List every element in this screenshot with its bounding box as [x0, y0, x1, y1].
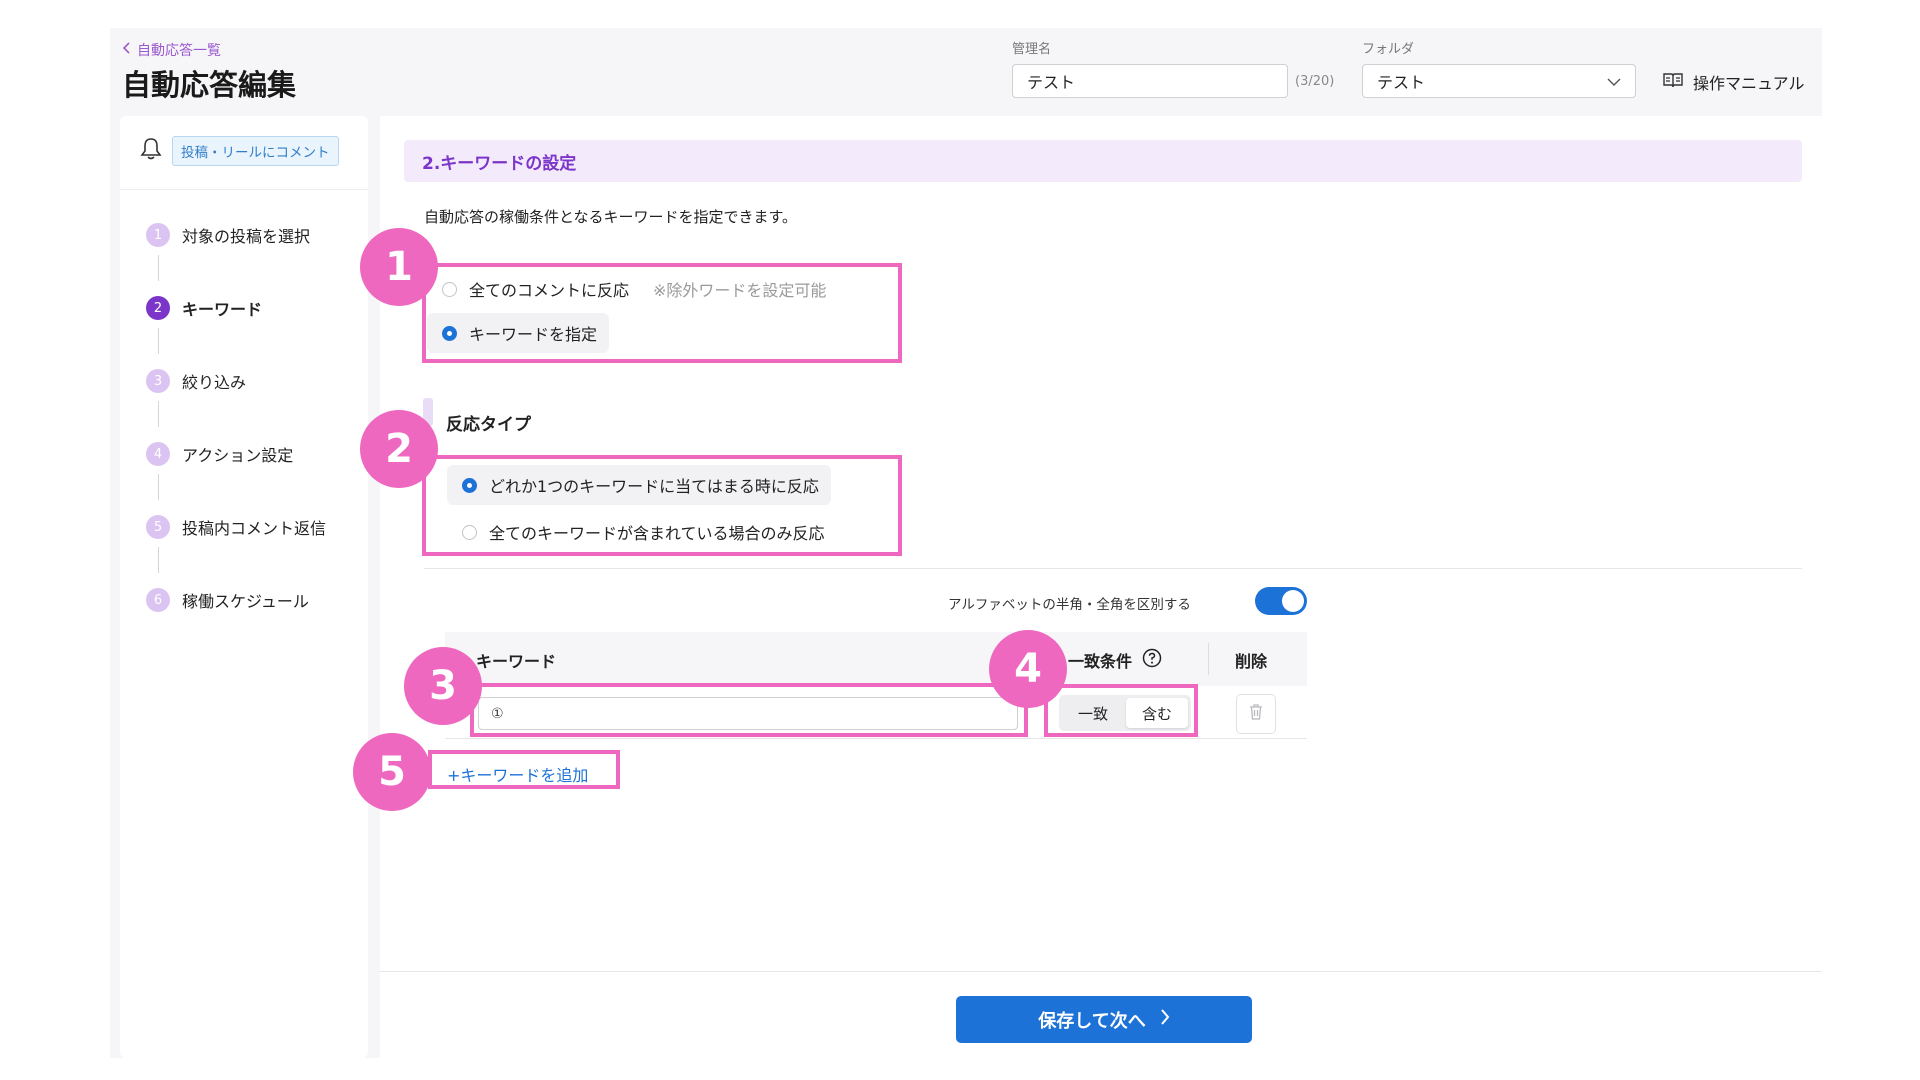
- case-sensitivity-toggle[interactable]: [1255, 587, 1307, 615]
- step-connector: [158, 474, 159, 500]
- trash-icon: [1248, 703, 1264, 725]
- keyword-table-header: [445, 632, 1307, 686]
- annotation-highlight-3: [470, 683, 1028, 737]
- annotation-marker-1: 1: [360, 228, 438, 306]
- step-number: 5: [146, 515, 170, 539]
- column-header-match: 一致条件: [1068, 648, 1162, 672]
- trigger-type-row: 投稿・リールにコメント: [140, 136, 339, 166]
- step-comment-reply[interactable]: 5 投稿内コメント返信: [146, 515, 326, 539]
- section-description: 自動応答の稼働条件となるキーワードを指定できます。: [424, 208, 798, 226]
- footer-divider: [380, 971, 1822, 972]
- case-sensitivity-label: アルファベットの半角・全角を区別する: [948, 597, 1191, 613]
- management-name-input[interactable]: テスト: [1012, 64, 1288, 98]
- column-header-delete: 削除: [1235, 652, 1268, 671]
- step-connector: [158, 547, 159, 573]
- delete-keyword-button[interactable]: [1236, 694, 1276, 734]
- instagram-icon: [140, 137, 162, 165]
- column-header-keyword: キーワード: [476, 652, 557, 671]
- trigger-type-badge: 投稿・リールにコメント: [172, 136, 339, 166]
- step-label: 対象の投稿を選択: [182, 227, 311, 246]
- name-field-label: 管理名: [1012, 42, 1052, 57]
- step-label: 投稿内コメント返信: [182, 519, 327, 538]
- sidebar-divider: [120, 189, 368, 190]
- step-action-settings[interactable]: 4 アクション設定: [146, 442, 293, 466]
- step-label: 絞り込み: [182, 373, 247, 392]
- annotation-highlight-4: [1044, 684, 1198, 737]
- name-char-counter: (3/20): [1295, 74, 1335, 89]
- section-header: 2.キーワードの設定: [404, 140, 1802, 182]
- annotation-highlight-1: [422, 263, 902, 363]
- step-filter[interactable]: 3 絞り込み: [146, 369, 246, 393]
- annotation-marker-5: 5: [353, 733, 431, 811]
- operation-manual-link[interactable]: 操作マニュアル: [1663, 70, 1805, 94]
- toggle-knob: [1282, 590, 1304, 612]
- save-button-label: 保存して次へ: [1038, 1010, 1146, 1032]
- step-label: アクション設定: [182, 446, 294, 465]
- annotation-marker-3: 3: [404, 647, 482, 725]
- step-number: 6: [146, 588, 170, 612]
- main-panel: [380, 116, 1822, 1058]
- match-header-label: 一致条件: [1068, 652, 1133, 671]
- chevron-right-icon: [1160, 1009, 1170, 1030]
- manual-link-label: 操作マニュアル: [1693, 74, 1805, 93]
- step-label: キーワード: [182, 300, 263, 319]
- annotation-marker-4: 4: [989, 630, 1067, 708]
- annotation-marker-2: 2: [360, 410, 438, 488]
- folder-select-value: テスト: [1377, 73, 1426, 92]
- step-keyword[interactable]: 2 キーワード: [146, 296, 262, 320]
- chevron-left-icon: [122, 42, 131, 58]
- back-to-list-link[interactable]: 自動応答一覧: [122, 40, 221, 60]
- step-label: 稼働スケジュール: [182, 592, 309, 611]
- step-connector: [158, 328, 159, 354]
- step-select-post[interactable]: 1 対象の投稿を選択: [146, 223, 310, 247]
- folder-select[interactable]: テスト: [1362, 64, 1636, 98]
- step-number: 2: [146, 296, 170, 320]
- folder-field-label: フォルダ: [1362, 42, 1415, 57]
- step-connector: [158, 255, 159, 281]
- book-icon: [1663, 72, 1683, 92]
- save-and-next-button[interactable]: 保存して次へ: [956, 996, 1252, 1043]
- back-link-label: 自動応答一覧: [137, 43, 221, 59]
- step-number: 3: [146, 369, 170, 393]
- chevron-down-icon: [1607, 72, 1621, 91]
- management-name-value: テスト: [1027, 73, 1076, 92]
- step-schedule[interactable]: 6 稼働スケジュール: [146, 588, 309, 612]
- section-divider: [424, 568, 1802, 569]
- step-number: 4: [146, 442, 170, 466]
- reaction-type-title: 反応タイプ: [446, 415, 531, 435]
- annotation-highlight-5: [428, 750, 620, 789]
- table-row-divider: [445, 738, 1307, 739]
- help-icon[interactable]: [1142, 648, 1162, 672]
- step-connector: [158, 401, 159, 427]
- annotation-highlight-2: [422, 455, 902, 556]
- page-title: 自動応答編集: [122, 68, 297, 102]
- column-separator: [1208, 643, 1209, 675]
- step-number: 1: [146, 223, 170, 247]
